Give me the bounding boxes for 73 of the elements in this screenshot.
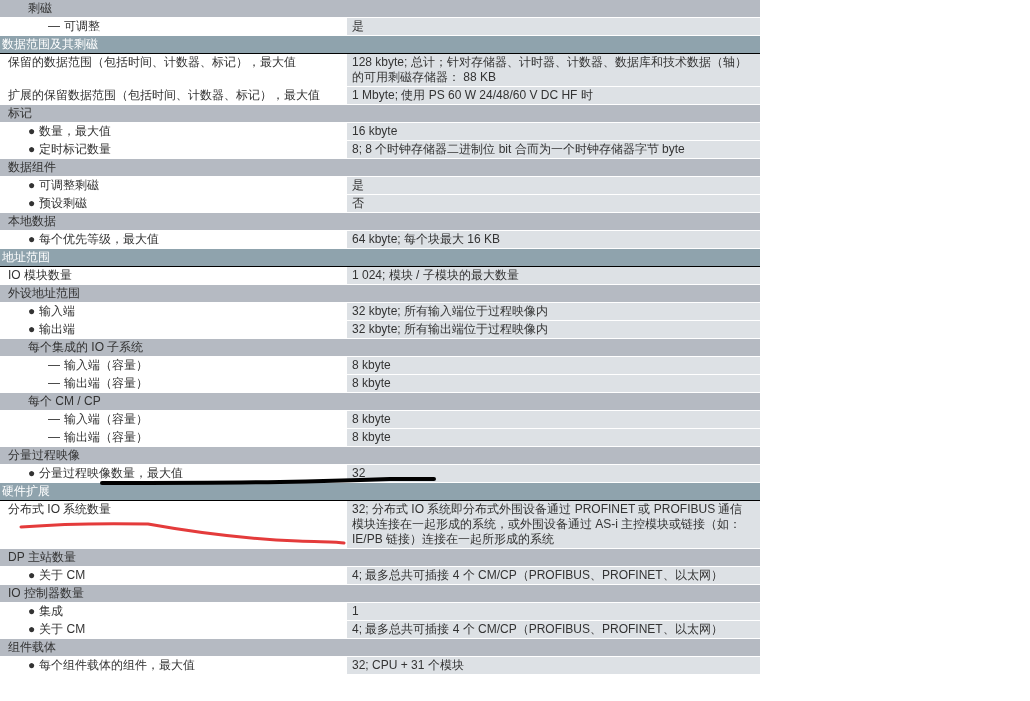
- spec-value: 32 kbyte; 所有输入端位于过程映像内: [352, 303, 550, 320]
- group-label: 本地数据: [7, 213, 57, 230]
- list-marker: —: [48, 357, 60, 374]
- spec-label: 输入端: [39, 303, 76, 320]
- spec-value: 8 kbyte: [352, 429, 392, 446]
- group-label: 标记: [7, 105, 33, 122]
- spec-label: 输入端（容量）: [64, 357, 148, 374]
- spec-label: 可调整: [64, 18, 100, 35]
- spec-label: 输出端: [39, 321, 76, 338]
- list-marker: —: [48, 18, 60, 35]
- spec-label: 分量过程映像数量，最大值: [39, 465, 184, 482]
- spec-value: 否: [352, 195, 365, 212]
- spec-label: 输出端（容量）: [64, 429, 148, 446]
- list-marker: ●: [28, 141, 36, 158]
- group-label: 每个 CM / CP: [27, 393, 102, 410]
- spec-value: 128 kbyte; 总计；针对存储器、计时器、计数器、数据库和技术数据（轴）的可用剩磁存储器： 88 KB: [352, 54, 748, 86]
- spec-label: 分布式 IO 系统数量: [8, 501, 112, 518]
- list-marker: —: [48, 411, 60, 428]
- spec-value: 8; 8 个时钟存储器二进制位 bit 合而为一个时钟存储器字节 byte: [352, 141, 686, 158]
- spec-value: 64 kbyte; 每个块最大 16 KB: [352, 231, 502, 248]
- spec-label: 集成: [39, 603, 64, 620]
- spec-label: 输入端（容量）: [64, 411, 148, 428]
- spec-label: 每个优先等级，最大值: [39, 231, 160, 248]
- spec-label: 可调整剩磁: [39, 177, 100, 194]
- spec-value: 32 kbyte; 所有输出端位于过程映像内: [352, 321, 550, 338]
- section-header: 地址范围: [0, 249, 760, 267]
- spec-label: 关于 CM: [39, 621, 86, 638]
- spec-label: 关于 CM: [39, 567, 86, 584]
- spec-label: 每个组件载体的组件，最大值: [39, 657, 196, 674]
- spec-value: 16 kbyte: [352, 123, 399, 140]
- spec-label: IO 模块数量: [8, 267, 72, 284]
- spec-value: 32; CPU + 31 个模块: [352, 657, 465, 674]
- spec-label: 扩展的保留数据范围（包括时间、计数器、标记），最大值: [8, 87, 320, 104]
- list-marker: ●: [28, 621, 36, 638]
- section-header: 硬件扩展: [0, 483, 760, 501]
- spec-value: 1 024; 模块 / 子模块的最大数量: [352, 267, 520, 284]
- list-marker: —: [48, 375, 60, 392]
- section-header: 数据范围及其剩磁: [0, 36, 760, 54]
- spec-label: 预设剩磁: [39, 195, 88, 212]
- list-marker: ●: [28, 195, 36, 212]
- list-marker: ●: [28, 231, 36, 248]
- spec-value: 32; 分布式 IO 系统即分布式外围设备通过 PROFINET 或 PROFIBUS 通信模块连接在一起形成的系统，或外围设备通过 AS-i 主控模块或链接（如：IE/PB 链接）连接在一起所形成的系统: [352, 501, 744, 548]
- spec-value: 8 kbyte: [352, 375, 392, 392]
- spec-value: 4; 最多总共可插接 4 个 CM/CP（PROFIBUS、PROFINET、以太网）: [352, 567, 724, 584]
- list-marker: ●: [28, 465, 36, 482]
- list-marker: ●: [28, 303, 36, 320]
- list-marker: ●: [28, 123, 36, 140]
- group-label: 外设地址范围: [7, 285, 81, 302]
- spec-value: 1 Mbyte; 使用 PS 60 W 24/48/60 V DC HF 时: [352, 87, 594, 104]
- spec-value: 是: [352, 18, 365, 35]
- spec-label: 保留的数据范围（包括时间、计数器、标记），最大值: [8, 54, 296, 71]
- group-label: IO 控制器数量: [7, 585, 85, 602]
- spec-value: 8 kbyte: [352, 411, 392, 428]
- spec-value: 32: [352, 465, 367, 482]
- list-marker: ●: [28, 567, 36, 584]
- list-marker: ●: [28, 657, 36, 674]
- list-marker: ●: [28, 177, 36, 194]
- spec-value: 是: [352, 177, 365, 194]
- list-marker: ●: [28, 321, 36, 338]
- list-marker: —: [48, 429, 60, 446]
- list-marker: ●: [28, 603, 36, 620]
- group-label: 剩磁: [27, 0, 53, 17]
- group-label: DP 主站数量: [7, 549, 77, 566]
- group-label: 组件载体: [7, 639, 57, 656]
- spec-value: 1: [352, 603, 360, 620]
- spec-label: 定时标记数量: [39, 141, 112, 158]
- group-label: 数据组件: [7, 159, 57, 176]
- spec-value: 8 kbyte: [352, 357, 392, 374]
- spec-value: 4; 最多总共可插接 4 个 CM/CP（PROFIBUS、PROFINET、以太网）: [352, 621, 724, 638]
- spec-label: 数量，最大值: [39, 123, 112, 140]
- spec-label: 输出端（容量）: [64, 375, 148, 392]
- group-label: 分量过程映像: [7, 447, 81, 464]
- group-label: 每个集成的 IO 子系统: [27, 339, 145, 356]
